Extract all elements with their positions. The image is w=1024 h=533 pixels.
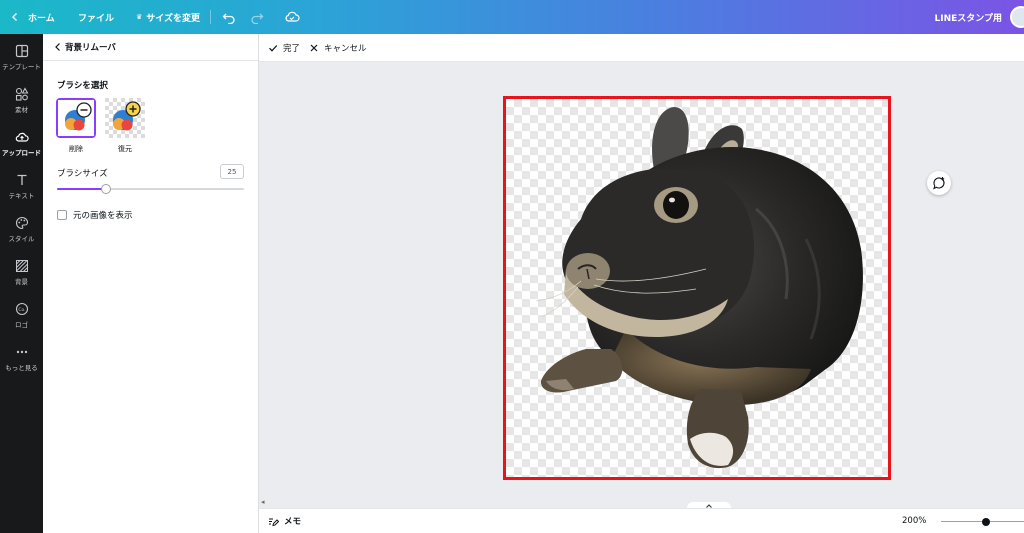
crown-icon: ♛ [136,13,143,21]
show-original-label: 元の画像を表示 [73,211,133,221]
cancel-label: キャンセル [324,43,367,54]
slider-thumb[interactable] [101,184,111,194]
file-label: ファイル [78,13,115,24]
rail-label: テキスト [8,192,35,200]
text-icon [17,174,26,185]
panel-title: 背景リムーバ [65,43,116,53]
restore-brush-icon [105,98,145,138]
zoom-slider[interactable] [941,517,1024,527]
avatar[interactable] [1010,6,1024,28]
done-label: 完了 [283,43,301,54]
rail-item-uploads[interactable]: アップロード [0,130,43,157]
canvas-area[interactable]: ◂ [259,62,1024,512]
check-icon [269,44,278,52]
redo-icon[interactable] [250,10,264,24]
rail-label: もっと見る [5,364,38,372]
scroll-left-arrow-icon[interactable]: ◂ [261,498,265,506]
pencil-lines-icon [269,518,279,526]
rail-label: 背景 [15,278,28,286]
memo-button[interactable]: メモ [268,515,301,527]
svg-text:Co.: Co. [18,307,25,313]
zoom-level[interactable]: 200% [902,516,926,526]
home-button[interactable]: ホーム [10,0,55,34]
palette-icon [15,216,28,230]
elements-icon [15,87,28,101]
rail-item-more[interactable]: もっと見る [0,345,43,372]
erase-brush-button[interactable] [56,98,96,138]
erase-brush-label: 削除 [69,145,83,153]
selected-image-frame[interactable] [503,96,891,480]
memo-label: メモ [284,517,302,527]
resize-button[interactable]: ♛ サイズを変更 [136,0,200,34]
chevron-left-icon[interactable] [53,42,63,52]
close-icon [310,44,318,51]
top-bar: ホーム ファイル ♛ サイズを変更 LINEスタンプ用 [0,0,1024,34]
slider-fill [57,188,106,190]
done-button[interactable]: 完了 [268,42,300,54]
brush-size-slider[interactable] [57,183,244,195]
background-icon [15,260,28,272]
file-menu-button[interactable]: ファイル [78,0,114,34]
undo-icon[interactable] [222,10,236,24]
show-original-toggle[interactable]: 元の画像を表示 [57,209,133,221]
cancel-button[interactable]: キャンセル [309,42,367,54]
rail-label: アップロード [2,149,41,157]
cloud-saved-icon[interactable] [284,9,300,25]
chevron-left-icon [12,13,17,21]
brush-size-input[interactable]: 25 [220,164,244,179]
resize-label: サイズを変更 [146,13,201,24]
zoom-thumb[interactable] [982,518,990,526]
left-rail: テンプレート 素材 アップロード テキスト スタイル 背景 Co. ロゴ もっと… [0,34,43,533]
rail-item-styles[interactable]: スタイル [0,216,43,243]
toolbar-divider [210,10,211,24]
comment-plus-icon [933,177,945,190]
panel-header[interactable]: 背景リムーバ [43,34,258,61]
brush-size-label: ブラシサイズ [57,169,108,179]
edit-toolbar: 完了 キャンセル [259,34,1024,62]
rail-item-templates[interactable]: テンプレート [0,44,43,71]
show-original-checkbox[interactable] [57,210,67,220]
bg-remover-panel: 背景リムーバ ブラシを選択 削除 復元 ブラシサイズ 25 元の画像を表示 [43,34,259,533]
more-icon [16,350,27,354]
add-comment-button[interactable] [927,171,951,195]
logo-icon: Co. [15,302,28,316]
rail-item-background[interactable]: 背景 [0,259,43,286]
rail-label: 素材 [15,106,28,114]
rail-label: スタイル [8,235,35,243]
design-title-label: LINEスタンプ用 [934,13,1003,24]
rail-label: ロゴ [15,321,28,329]
rail-item-logo[interactable]: Co. ロゴ [0,302,43,329]
brush-section-title: ブラシを選択 [57,81,108,91]
erase-brush-icon [58,100,94,136]
design-title[interactable]: LINEスタンプ用 [935,0,1003,34]
upload-icon [15,132,29,142]
rail-label: テンプレート [2,63,41,71]
restore-brush-label: 復元 [118,145,132,153]
rail-item-text[interactable]: テキスト [0,173,43,200]
rail-item-elements[interactable]: 素材 [0,87,43,114]
rabbit-image [535,107,863,469]
template-icon [15,44,28,58]
home-label: ホーム [28,13,55,24]
bottom-bar: メモ 200% [259,508,1024,533]
restore-brush-button[interactable] [105,98,145,138]
